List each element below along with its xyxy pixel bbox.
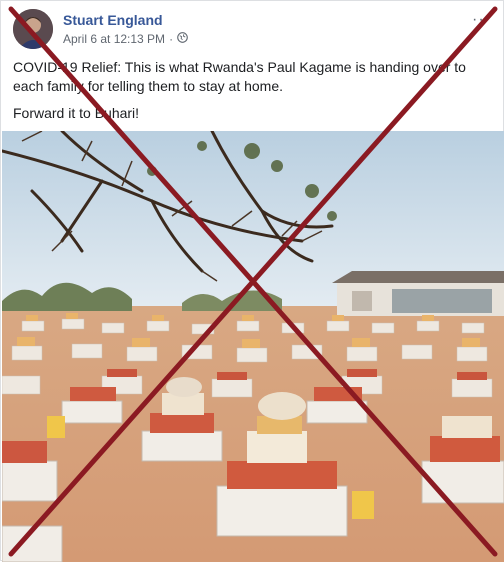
post-header: Stuart England April 6 at 12:13 PM · ··· bbox=[13, 9, 493, 51]
timestamp[interactable]: April 6 at 12:13 PM bbox=[63, 32, 165, 46]
more-options-button[interactable]: ··· bbox=[472, 11, 491, 29]
post-meta: April 6 at 12:13 PM · bbox=[63, 32, 188, 46]
avatar[interactable] bbox=[13, 9, 53, 49]
post-text-line-1: COVID-19 Relief: This is what Rwanda's P… bbox=[13, 59, 466, 94]
author-name[interactable]: Stuart England bbox=[63, 12, 163, 28]
post-text-line-2: Forward it to Buhari! bbox=[13, 105, 140, 121]
post-photo[interactable] bbox=[2, 131, 504, 562]
meta-separator: · bbox=[169, 32, 174, 46]
globe-icon bbox=[177, 32, 188, 46]
facebook-post: Stuart England April 6 at 12:13 PM · ···… bbox=[0, 0, 504, 562]
post-text: COVID-19 Relief: This is what Rwanda's P… bbox=[13, 58, 483, 131]
